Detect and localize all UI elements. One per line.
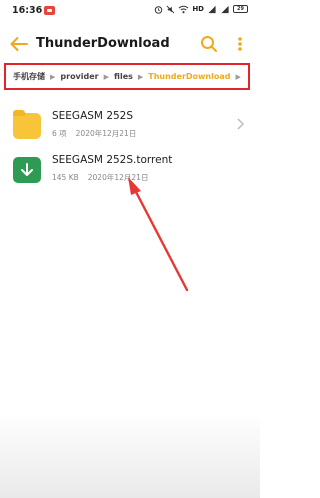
- list-item-torrent[interactable]: SEEGASM 252S.torrent 145 KB 2020年12月21日: [0, 150, 260, 196]
- breadcrumb-item-provider[interactable]: provider: [60, 72, 98, 81]
- item-count: 6 项: [52, 129, 67, 138]
- signal-icon-2: [221, 5, 229, 13]
- item-size: 145 KB: [52, 173, 79, 182]
- more-vertical-icon[interactable]: [232, 34, 248, 54]
- breadcrumb-item-current[interactable]: ThunderDownload: [148, 72, 230, 81]
- breadcrumb: 手机存储 ▶ provider ▶ files ▶ ThunderDownloa…: [4, 63, 250, 90]
- chevron-right-icon: ▶: [137, 72, 144, 81]
- download-arrow-icon: [21, 163, 33, 176]
- item-meta: 6 项 2020年12月21日: [52, 128, 136, 139]
- back-arrow-icon[interactable]: [8, 34, 30, 54]
- item-name: SEEGASM 252S: [52, 110, 134, 122]
- breadcrumb-item-files[interactable]: files: [114, 72, 133, 81]
- wifi-icon: [178, 5, 189, 13]
- status-bar: 16:36 HD 29: [0, 0, 260, 22]
- bottom-fade: [0, 413, 260, 498]
- list-item-folder[interactable]: SEEGASM 252S 6 项 2020年12月21日: [0, 106, 260, 152]
- battery-level: 29: [237, 6, 244, 12]
- status-icons: HD 29: [154, 4, 248, 14]
- app-bar: ThunderDownload: [0, 22, 260, 66]
- signal-icon: [208, 5, 216, 13]
- breadcrumb-item-storage[interactable]: 手机存储: [13, 71, 45, 82]
- status-time: 16:36: [12, 5, 43, 16]
- chevron-right-icon: [237, 118, 245, 130]
- item-name: SEEGASM 252S.torrent: [52, 154, 173, 166]
- folder-icon: [13, 110, 41, 139]
- mute-icon: [166, 5, 175, 13]
- chevron-right-icon: ▶: [50, 72, 56, 81]
- notification-icon: [44, 6, 55, 15]
- item-meta: 145 KB 2020年12月21日: [52, 172, 148, 183]
- battery-icon: 29: [233, 5, 248, 13]
- alarm-icon: [155, 5, 163, 14]
- search-icon[interactable]: [199, 34, 219, 54]
- download-icon: [13, 157, 41, 183]
- chevron-right-icon: ▶: [235, 72, 241, 81]
- page-title: ThunderDownload: [36, 36, 170, 51]
- item-date: 2020年12月21日: [87, 173, 149, 182]
- item-date: 2020年12月21日: [75, 129, 137, 138]
- chevron-right-icon: ▶: [103, 72, 110, 81]
- file-manager-screen: 16:36 HD 29 ThunderDownload 手机存储 ▶ provi…: [0, 0, 260, 498]
- network-type-label: HD: [192, 5, 204, 13]
